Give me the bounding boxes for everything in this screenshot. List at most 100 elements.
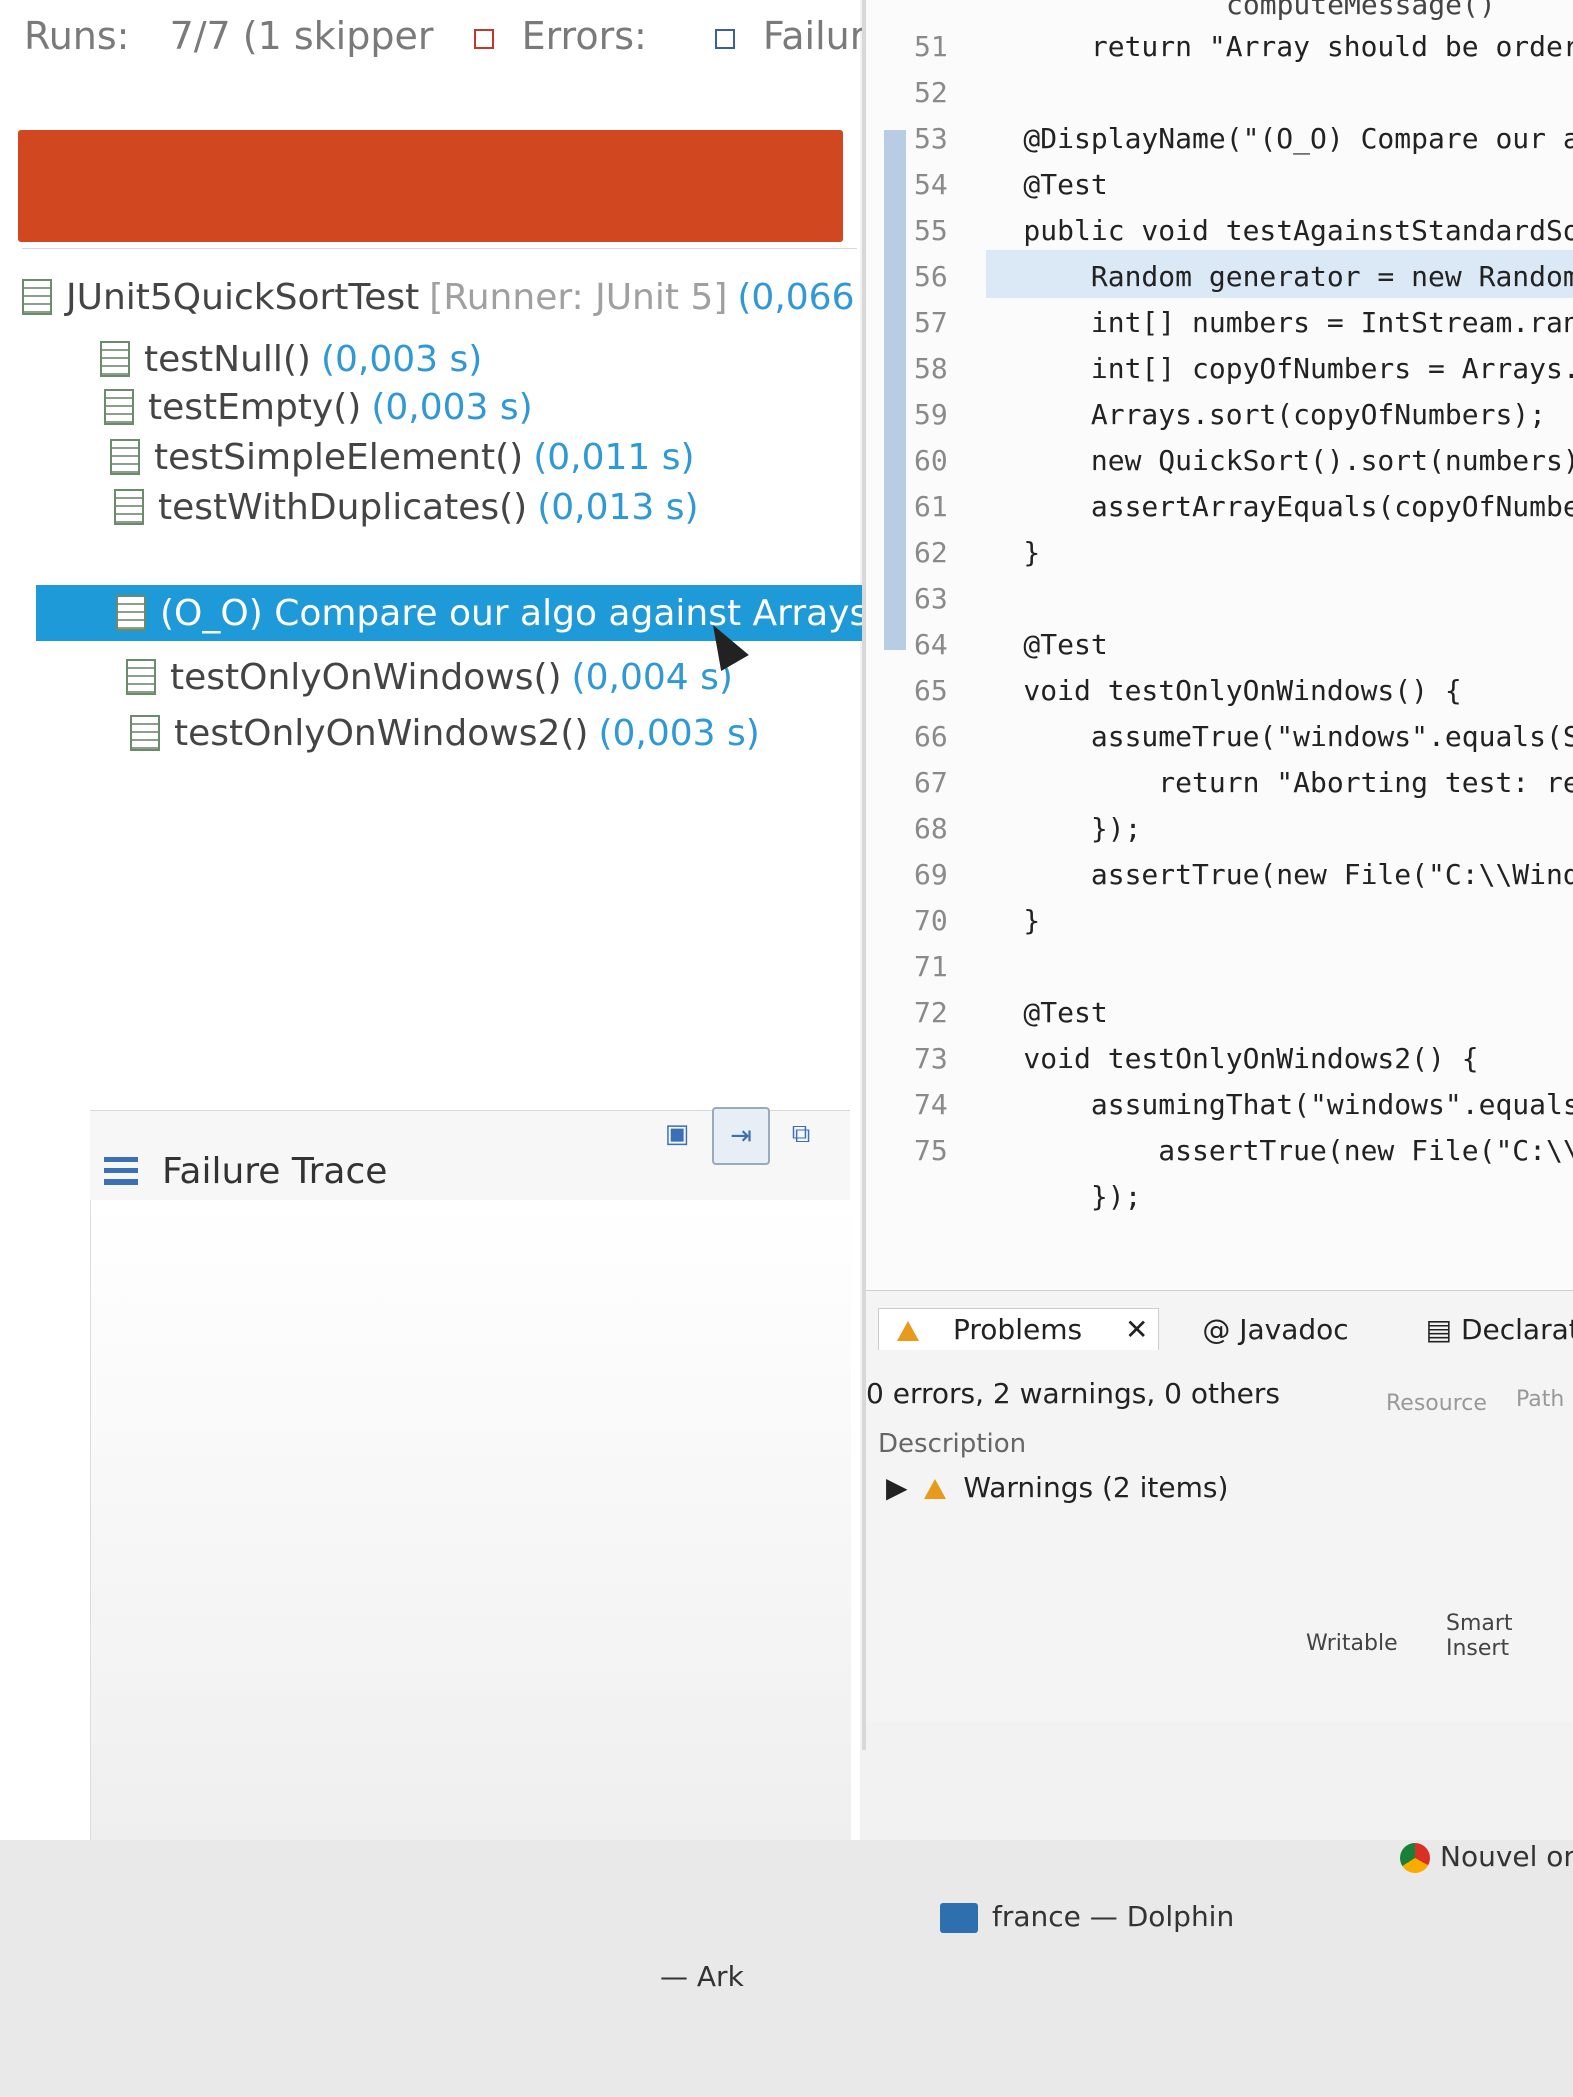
code-line[interactable]: assumingThat("windows".equals(System.: [956, 1088, 1573, 1136]
junit-view: Runs: 7/7 (1 skipper Errors: Failures: J…: [0, 0, 921, 1900]
change-ruler: [884, 130, 906, 650]
tab-javadoc[interactable]: @ Javadoc: [1202, 1313, 1382, 1346]
code-line[interactable]: Arrays.sort(copyOfNumbers);: [956, 398, 1546, 446]
code-line[interactable]: return "Aborting test: require: [956, 766, 1573, 814]
code-line[interactable]: assumeTrue("windows".equals(System: [956, 720, 1573, 768]
line-number: 66: [914, 720, 948, 753]
test-name: testNull(): [144, 338, 311, 380]
line-number: 65: [914, 674, 948, 707]
screen: Runs: 7/7 (1 skipper Errors: Failures: J…: [0, 0, 1573, 1980]
test-time: (0,003 s): [320, 338, 483, 380]
tab-label: Declaration: [1460, 1313, 1573, 1346]
failure-trace-body: [90, 1200, 851, 1880]
test-pass-icon: [114, 489, 144, 525]
line-number: 58: [914, 352, 948, 385]
line-number: 55: [914, 214, 948, 247]
code-line[interactable]: }: [956, 904, 1040, 952]
test-row[interactable]: testOnlyOnWindows2() (0,003 s): [130, 705, 760, 761]
column-description[interactable]: Description: [878, 1429, 1026, 1459]
code-line[interactable]: @Test: [956, 996, 1107, 1044]
code-line[interactable]: @Test: [956, 168, 1107, 216]
test-error-icon: [130, 715, 160, 751]
line-number: 64: [914, 628, 948, 661]
tab-problems[interactable]: Problems ✕: [878, 1308, 1160, 1350]
test-time: (0,013 s): [537, 486, 699, 528]
line-number: 71: [914, 950, 948, 983]
code-line[interactable]: new QuickSort().sort(numbers);: [956, 444, 1573, 492]
line-number: 67: [914, 766, 948, 799]
problems-summary: 0 errors, 2 warnings, 0 others: [866, 1377, 1281, 1410]
test-pass-icon: [110, 439, 140, 475]
suite-row[interactable]: JUnit5QuickSortTest [Runner: JUnit 5] (0…: [22, 269, 885, 325]
test-time: (0,003 s): [598, 712, 760, 754]
tab-label: Javadoc: [1239, 1313, 1349, 1346]
warning-icon: [924, 1479, 947, 1499]
test-skipped-icon: [126, 659, 156, 695]
line-number: 51: [914, 30, 948, 63]
compare-result-icon[interactable]: ▣: [650, 1107, 704, 1161]
test-time: (0,011 s): [533, 436, 695, 478]
suite-name: JUnit5QuickSortTest: [66, 276, 420, 318]
code-line[interactable]: Random generator = new Random(: [956, 260, 1573, 308]
test-row[interactable]: testOnlyOnWindows() (0,004 s): [126, 649, 733, 705]
code-line[interactable]: @Test: [956, 628, 1107, 676]
failure-trace-title: Failure Trace: [162, 1151, 388, 1192]
line-number: 62: [914, 536, 948, 569]
code-line[interactable]: @DisplayName("(O_O) Compare our a: [956, 122, 1573, 170]
expand-arrow-icon[interactable]: ▶: [886, 1471, 908, 1504]
line-number: 56: [914, 260, 948, 293]
test-row-selected[interactable]: (O_O) Compare our algo against Arrays.sc: [36, 585, 866, 641]
folder-icon: [940, 1903, 978, 1933]
line-number: 59: [914, 398, 948, 431]
copy-trace-icon[interactable]: ⧉: [774, 1107, 828, 1161]
line-number: 73: [914, 1042, 948, 1075]
code-line[interactable]: int[] copyOfNumbers = Arrays.cop: [956, 352, 1573, 400]
line-number: 68: [914, 812, 948, 845]
task-chrome[interactable]: Nouvel onglet: [1400, 1840, 1573, 1873]
test-row[interactable]: testWithDuplicates() (0,013 s): [114, 479, 699, 535]
code-line[interactable]: void testOnlyOnWindows() {: [956, 674, 1461, 722]
stack-trace-icon: [104, 1157, 138, 1185]
failure-icon: [714, 28, 735, 49]
suite-icon: [22, 279, 52, 315]
code-line[interactable]: });: [956, 812, 1142, 860]
line-number: 72: [914, 996, 948, 1029]
task-dolphin[interactable]: france — Dolphin: [940, 1900, 1234, 1933]
warnings-group-row[interactable]: ▶ Warnings (2 items): [886, 1471, 1228, 1504]
code-line[interactable]: public void testAgainstStandardSor: [956, 214, 1573, 262]
test-row[interactable]: testSimpleElement() (0,011 s): [110, 429, 695, 485]
code-line[interactable]: });: [956, 1180, 1142, 1228]
line-number: 75: [914, 1134, 948, 1167]
code-line[interactable]: assertTrue(new File("C:\\Windows": [956, 1134, 1573, 1182]
column-path[interactable]: Path: [1516, 1387, 1564, 1412]
test-error-icon: [100, 341, 130, 377]
test-error-icon: [104, 389, 134, 425]
task-label: — Ark: [660, 1960, 744, 1993]
test-row[interactable]: testEmpty() (0,003 s): [104, 379, 533, 435]
code-line[interactable]: assertArrayEquals(copyOfNumbers,: [956, 490, 1573, 538]
line-number: 63: [914, 582, 948, 615]
code-editor[interactable]: computeMessage() 51 return "Array should…: [866, 0, 1573, 1290]
tab-declaration[interactable]: ▤ Declaration: [1426, 1313, 1573, 1346]
warnings-label: Warnings (2 items): [963, 1471, 1229, 1504]
filter-stack-trace-icon[interactable]: ⇥: [712, 1107, 770, 1165]
runs-value: 7/7 (1 skipper: [169, 14, 434, 58]
problems-view: Problems ✕ @ Javadoc ▤ Declaration 0 err…: [866, 1290, 1573, 1721]
code-line[interactable]: assertTrue(new File("C:\\Windows").: [956, 858, 1573, 906]
line-number: 69: [914, 858, 948, 891]
tab-label: Problems: [953, 1313, 1083, 1346]
task-ark[interactable]: — Ark: [660, 1960, 744, 1993]
line-number: 60: [914, 444, 948, 477]
taskbar: — Ark france — Dolphin Nouvel onglet: [0, 1840, 1573, 2097]
task-label: Nouvel onglet: [1440, 1840, 1573, 1873]
problems-icon: [897, 1321, 919, 1341]
test-name: testSimpleElement(): [154, 436, 524, 478]
test-name: testOnlyOnWindows2(): [174, 712, 589, 754]
code-line[interactable]: int[] numbers = IntStream.range: [956, 306, 1573, 354]
code-line[interactable]: return "Array should be order: [956, 30, 1573, 78]
code-line[interactable]: void testOnlyOnWindows2() {: [956, 1042, 1478, 1090]
column-resource[interactable]: Resource: [1386, 1391, 1487, 1416]
code-line[interactable]: }: [956, 536, 1040, 584]
status-bar: Writable Smart Insert: [866, 1591, 1573, 1661]
line-number: 70: [914, 904, 948, 937]
